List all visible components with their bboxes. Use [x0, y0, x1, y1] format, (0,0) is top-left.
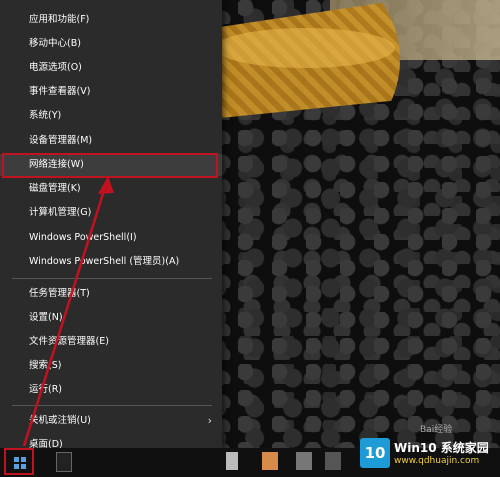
menu-item-disk-management[interactable]: 磁盘管理(K) [0, 178, 222, 200]
win10-logo: 10 [360, 438, 390, 468]
menu-item-settings[interactable]: 设置(N) [0, 307, 222, 329]
basket-photo [200, 0, 400, 120]
menu-item-power-options[interactable]: 电源选项(O) [0, 57, 222, 79]
menu-item-task-manager[interactable]: 任务管理器(T) [0, 283, 222, 305]
basket-rim [215, 28, 395, 68]
menu-item-powershell[interactable]: Windows PowerShell(I) [0, 227, 222, 249]
menu-item-computer-management[interactable]: 计算机管理(G) [0, 202, 222, 224]
watermark-url: www.qdhuajin.com [394, 456, 480, 466]
menu-item-powershell-admin[interactable]: Windows PowerShell (管理员)(A) [0, 251, 222, 273]
menu-item-device-manager[interactable]: 设备管理器(M) [0, 130, 222, 152]
menu-item-run[interactable]: 运行(R) [0, 379, 222, 401]
taskbar-search-icon[interactable] [56, 452, 72, 472]
menu-item-event-viewer[interactable]: 事件查看器(V) [0, 81, 222, 103]
highlight-box-network-connections [2, 153, 218, 178]
start-context-menu: 应用和功能(F) 移动中心(B) 电源选项(O) 事件查看器(V) 系统(Y) … [0, 0, 222, 450]
menu-separator [12, 278, 212, 279]
chevron-right-icon: › [207, 414, 212, 427]
menu-separator [12, 405, 212, 406]
menu-item-label: 关机或注销(U) [29, 415, 91, 426]
windows-start-icon [14, 457, 26, 469]
menu-item-file-explorer[interactable]: 文件资源管理器(E) [0, 331, 222, 353]
baidu-watermark: Bai经验 [420, 425, 453, 435]
site-watermark: 10 Win10 系统家园 www.qdhuajin.com [360, 438, 500, 474]
taskbar-app-icon[interactable] [325, 452, 341, 470]
menu-item-shutdown-signout[interactable]: 关机或注销(U) › [0, 410, 222, 432]
menu-item-system[interactable]: 系统(Y) [0, 105, 222, 127]
taskbar-app-icon[interactable] [262, 452, 278, 470]
calculator-icon[interactable] [226, 452, 238, 470]
menu-item-search[interactable]: 搜索(S) [0, 355, 222, 377]
watermark-title: Win10 系统家园 [394, 441, 489, 455]
menu-item-mobility-center[interactable]: 移动中心(B) [0, 33, 222, 55]
start-button[interactable] [4, 448, 34, 475]
taskbar-app-icon[interactable] [296, 452, 312, 470]
menu-item-apps-features[interactable]: 应用和功能(F) [0, 9, 222, 31]
